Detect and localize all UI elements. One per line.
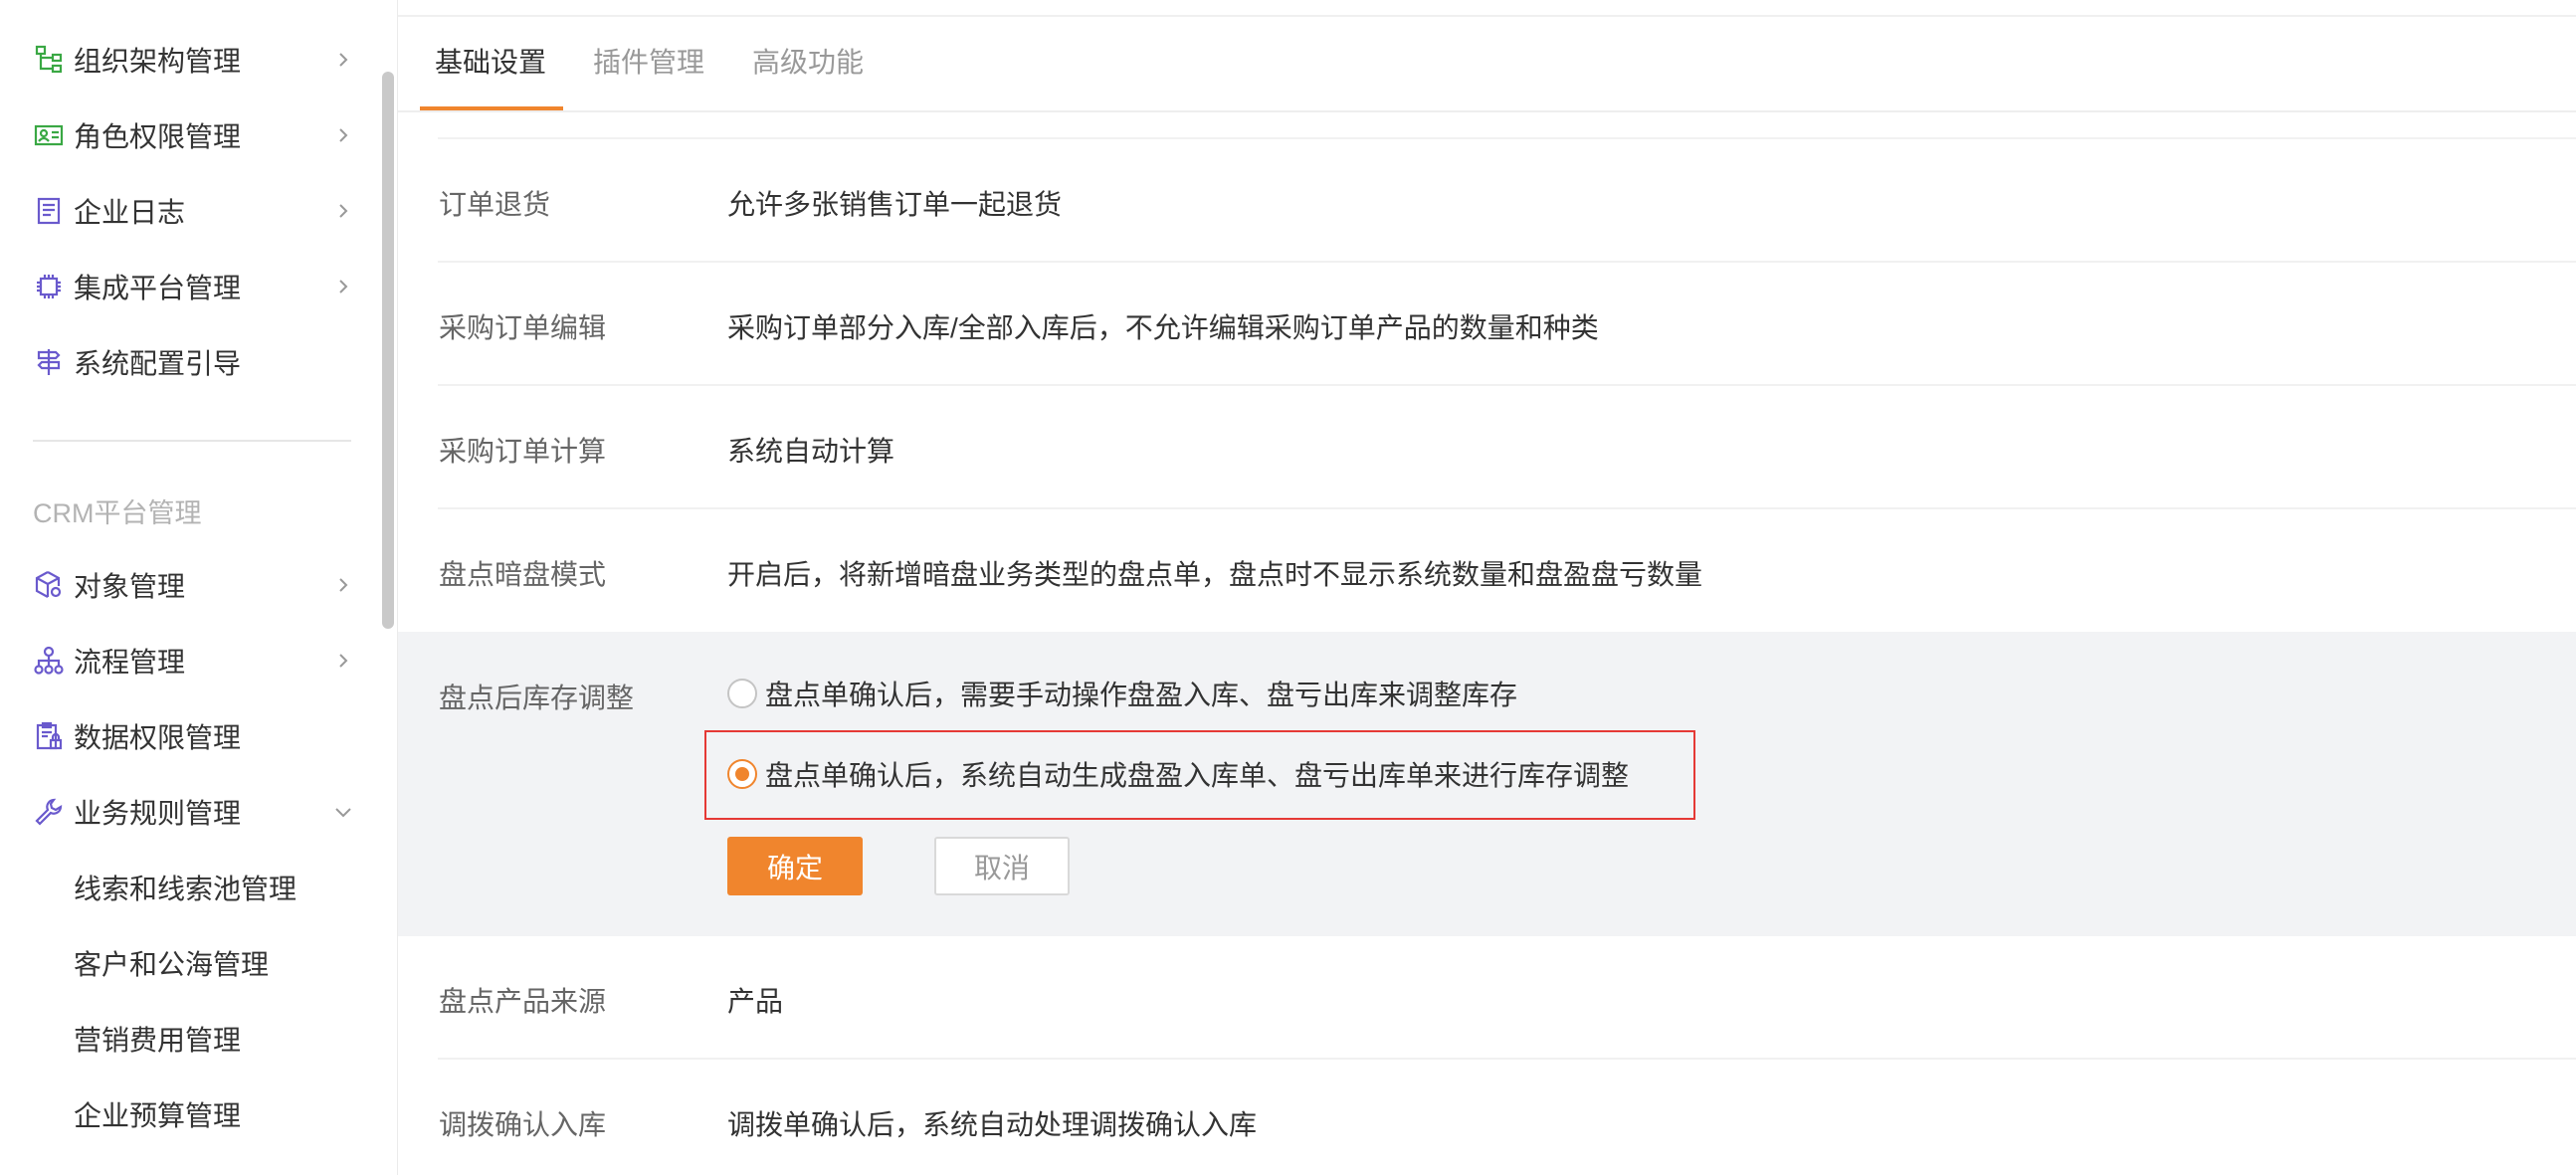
confirm-button[interactable]: 确定 — [727, 837, 863, 895]
radio-button[interactable] — [727, 679, 757, 708]
sidebar-item-label: 营销费用管理 — [74, 1025, 242, 1056]
sidebar-item-label: 线索和线索池管理 — [74, 874, 297, 904]
sidebar-section-title: CRM平台管理 — [33, 498, 202, 528]
setting-value-count-product-source[interactable]: 产品 — [727, 980, 783, 1020]
row-divider — [438, 261, 2576, 263]
setting-label-purchase-calc: 采购订单计算 — [439, 436, 607, 467]
row-divider — [438, 384, 2576, 386]
sidebar-item-label: 角色权限管理 — [74, 121, 242, 152]
sidebar-item-process-management[interactable]: 流程管理 — [0, 623, 368, 698]
sidebar-divider — [33, 440, 351, 442]
sidebar-item-label: 企业预算管理 — [74, 1100, 242, 1131]
row-divider — [438, 1058, 2576, 1060]
sidebar-scrollbar-thumb[interactable] — [382, 72, 394, 629]
sidebar-item-label: 系统配置引导 — [74, 348, 242, 379]
tab-advanced-features[interactable]: 高级功能 — [752, 41, 864, 81]
radio-option-manual[interactable]: 盘点单确认后，需要手动操作盘盈入库、盘亏出库来调整库存 — [727, 674, 1517, 713]
sidebar-item-label: 流程管理 — [74, 647, 186, 678]
chevron-right-icon — [330, 122, 356, 148]
setting-value-order-return[interactable]: 允许多张销售订单一起退货 — [727, 183, 1062, 223]
chevron-down-icon — [330, 799, 356, 825]
tab-plugin-management[interactable]: 插件管理 — [593, 41, 704, 81]
sidebar-item-label: 组织架构管理 — [74, 46, 242, 77]
sidebar-item-org-structure[interactable]: 组织架构管理 — [0, 22, 368, 98]
cancel-button[interactable]: 取消 — [934, 837, 1070, 895]
setting-label-transfer-confirm: 调拨确认入库 — [439, 1109, 607, 1140]
sidebar-item-label: 客户和公海管理 — [74, 949, 270, 980]
setting-value-blind-count[interactable]: 开启后，将新增暗盘业务类型的盘点单，盘点时不显示系统数量和盘盈盘亏数量 — [727, 553, 1702, 593]
setting-label-stock-adjust: 盘点后库存调整 — [439, 683, 635, 713]
sidebar-subitem-leads[interactable]: 线索和线索池管理 — [0, 850, 368, 925]
clipboard-lock-icon — [32, 719, 66, 753]
sidebar-item-label: 企业日志 — [74, 197, 186, 228]
sidebar-subitem-marketing-expense[interactable]: 营销费用管理 — [0, 1001, 368, 1077]
setting-label-blind-count: 盘点暗盘模式 — [439, 559, 607, 590]
setting-label-purchase-edit: 采购订单编辑 — [439, 312, 607, 343]
selection-highlight-box — [704, 730, 1695, 820]
chevron-right-icon — [330, 198, 356, 224]
row-divider — [438, 137, 2576, 139]
sidebar-item-label: 对象管理 — [74, 571, 186, 602]
chevron-right-icon — [330, 47, 356, 73]
setting-value-purchase-calc[interactable]: 系统自动计算 — [727, 430, 894, 470]
sidebar-item-system-config-guide[interactable]: 系统配置引导 — [0, 324, 368, 400]
chevron-right-icon — [330, 274, 356, 299]
tab-basic-settings[interactable]: 基础设置 — [435, 41, 546, 81]
sidebar: 组织架构管理 角色权限管理 企业日志 集成平台管理 系统配置引导 CRM平台管理… — [0, 0, 398, 1175]
flow-tree-icon — [32, 644, 66, 678]
active-tab-indicator — [420, 106, 563, 110]
sidebar-item-integration-platform[interactable]: 集成平台管理 — [0, 249, 368, 324]
sidebar-item-role-permission[interactable]: 角色权限管理 — [0, 98, 368, 173]
sidebar-item-label: 数据权限管理 — [74, 722, 242, 753]
tab-bar: 基础设置 插件管理 高级功能 — [398, 17, 2576, 112]
sidebar-subitem-budget[interactable]: 企业预算管理 — [0, 1077, 368, 1152]
sidebar-item-enterprise-log[interactable]: 企业日志 — [0, 173, 368, 249]
org-structure-icon — [32, 43, 66, 77]
setting-label-count-product-source: 盘点产品来源 — [439, 986, 607, 1017]
sidebar-item-data-permission[interactable]: 数据权限管理 — [0, 698, 368, 774]
setting-value-purchase-edit[interactable]: 采购订单部分入库/全部入库后，不允许编辑采购订单产品的数量和种类 — [727, 306, 1599, 346]
signpost-icon — [32, 345, 66, 379]
chevron-right-icon — [330, 648, 356, 674]
role-card-icon — [32, 118, 66, 152]
sidebar-item-label: 集成平台管理 — [74, 273, 242, 303]
setting-value-transfer-confirm[interactable]: 调拨单确认后，系统自动处理调拨确认入库 — [727, 1103, 1257, 1143]
wrench-icon — [32, 795, 66, 829]
sidebar-item-object-management[interactable]: 对象管理 — [0, 547, 368, 623]
main-content: 基础设置 插件管理 高级功能 订单退货 允许多张销售订单一起退货 采购订单编辑 … — [398, 0, 2576, 1175]
chevron-right-icon — [330, 572, 356, 598]
cube-gear-icon — [32, 568, 66, 602]
log-document-icon — [32, 194, 66, 228]
radio-option-label: 盘点单确认后，需要手动操作盘盈入库、盘亏出库来调整库存 — [765, 680, 1518, 710]
chip-icon — [32, 270, 66, 303]
sidebar-item-label: 业务规则管理 — [74, 798, 242, 829]
setting-label-order-return: 订单退货 — [439, 189, 551, 220]
sidebar-subitem-customers[interactable]: 客户和公海管理 — [0, 925, 368, 1001]
row-divider — [438, 507, 2576, 509]
sidebar-item-business-rules[interactable]: 业务规则管理 — [0, 774, 368, 850]
